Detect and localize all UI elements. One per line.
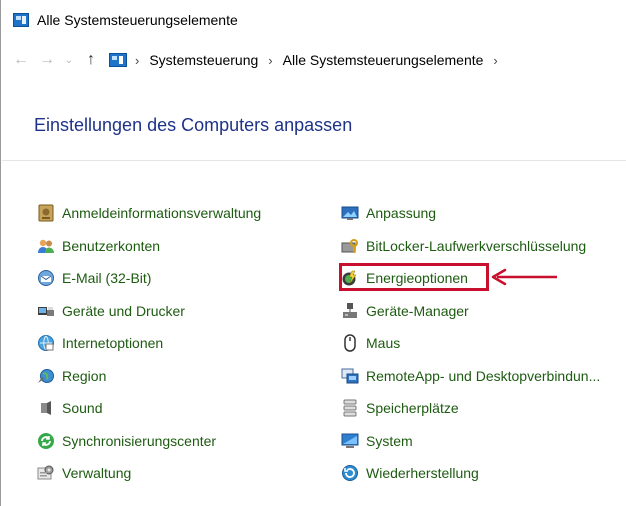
- address-control-panel-icon[interactable]: [109, 53, 127, 67]
- sound-icon: [37, 399, 55, 417]
- navigation-bar: ← → ⌄ ↑ › Systemsteuerung › Alle Systems…: [11, 45, 626, 75]
- remoteapp-icon: [341, 367, 359, 385]
- right-column: Anpassung BitLocker-Laufwerkverschlüssel…: [341, 197, 600, 490]
- sync-center-icon: [37, 432, 55, 450]
- bitlocker-icon: [341, 237, 359, 255]
- item-mail[interactable]: E-Mail (32-Bit): [37, 262, 261, 295]
- internet-options-icon: [37, 334, 55, 352]
- breadcrumb-systemsteuerung[interactable]: Systemsteuerung: [149, 52, 258, 68]
- user-accounts-icon: [37, 237, 55, 255]
- region-icon: [37, 367, 55, 385]
- item-sync-center[interactable]: Synchronisierungscenter: [37, 425, 261, 458]
- item-label: Internetoptionen: [62, 335, 164, 352]
- item-label: Synchronisierungscenter: [62, 432, 217, 449]
- item-sound[interactable]: Sound: [37, 392, 261, 425]
- item-label: Geräte-Manager: [366, 302, 469, 319]
- item-label: Verwaltung: [62, 465, 132, 482]
- item-label: Geräte und Drucker: [62, 302, 185, 319]
- mail-icon: [37, 269, 55, 287]
- breadcrumb-separator[interactable]: ›: [493, 53, 497, 68]
- devices-printers-icon: [37, 302, 55, 320]
- title-bar: Alle Systemsteuerungselemente: [13, 9, 238, 31]
- item-label: Anmeldeinformationsverwaltung: [62, 205, 262, 222]
- item-label: Maus: [366, 335, 401, 352]
- administrative-tools-icon: [37, 464, 55, 482]
- item-administrative-tools[interactable]: Verwaltung: [37, 457, 261, 490]
- system-icon: [341, 432, 359, 450]
- forward-button[interactable]: →: [37, 51, 57, 69]
- item-label: Anpassung: [366, 205, 437, 222]
- page-title: Einstellungen des Computers anpassen: [34, 115, 353, 135]
- recent-locations-button[interactable]: ⌄: [61, 55, 77, 66]
- highlight-box: [339, 263, 489, 291]
- item-label: Wiederherstellung: [366, 465, 479, 482]
- item-label: Speicherplätze: [366, 400, 459, 417]
- divider: [2, 160, 626, 161]
- left-column: Anmeldeinformationsverwaltung Benutzerko…: [37, 197, 261, 490]
- item-remoteapp[interactable]: RemoteApp- und Desktopverbindun...: [341, 360, 600, 393]
- device-manager-icon: [341, 302, 359, 320]
- breadcrumb-separator[interactable]: ›: [268, 53, 272, 68]
- item-personalization[interactable]: Anpassung: [341, 197, 600, 230]
- back-button[interactable]: ←: [11, 51, 31, 69]
- item-label: Region: [62, 367, 107, 384]
- item-internet-options[interactable]: Internetoptionen: [37, 327, 261, 360]
- item-system[interactable]: System: [341, 425, 600, 458]
- breadcrumb-alle-elemente[interactable]: Alle Systemsteuerungselemente: [283, 52, 484, 68]
- item-label: System: [366, 432, 413, 449]
- item-label: RemoteApp- und Desktopverbindun...: [366, 367, 601, 384]
- item-user-accounts[interactable]: Benutzerkonten: [37, 230, 261, 263]
- up-button[interactable]: ↑: [79, 51, 103, 69]
- item-label: E-Mail (32-Bit): [62, 270, 152, 287]
- item-storage-spaces[interactable]: Speicherplätze: [341, 392, 600, 425]
- item-region[interactable]: Region: [37, 360, 261, 393]
- item-mouse[interactable]: Maus: [341, 327, 600, 360]
- item-label: Benutzerkonten: [62, 237, 161, 254]
- mouse-icon: [341, 334, 359, 352]
- storage-spaces-icon: [341, 399, 359, 417]
- item-credential-manager[interactable]: Anmeldeinformationsverwaltung: [37, 197, 261, 230]
- item-devices-printers[interactable]: Geräte und Drucker: [37, 295, 261, 328]
- item-label: Sound: [62, 400, 103, 417]
- pointer-arrow-icon: [491, 268, 557, 286]
- window-title: Alle Systemsteuerungselemente: [37, 12, 238, 28]
- control-panel-window: Alle Systemsteuerungselemente ← → ⌄ ↑ › …: [0, 0, 626, 506]
- control-panel-icon: [13, 13, 29, 27]
- item-label: BitLocker-Laufwerkverschlüsselung: [366, 237, 587, 254]
- recovery-icon: [341, 464, 359, 482]
- item-bitlocker[interactable]: BitLocker-Laufwerkverschlüsselung: [341, 230, 600, 263]
- item-recovery[interactable]: Wiederherstellung: [341, 457, 600, 490]
- credential-manager-icon: [37, 204, 55, 222]
- breadcrumb-separator[interactable]: ›: [135, 53, 139, 68]
- personalization-icon: [341, 204, 359, 222]
- item-device-manager[interactable]: Geräte-Manager: [341, 295, 600, 328]
